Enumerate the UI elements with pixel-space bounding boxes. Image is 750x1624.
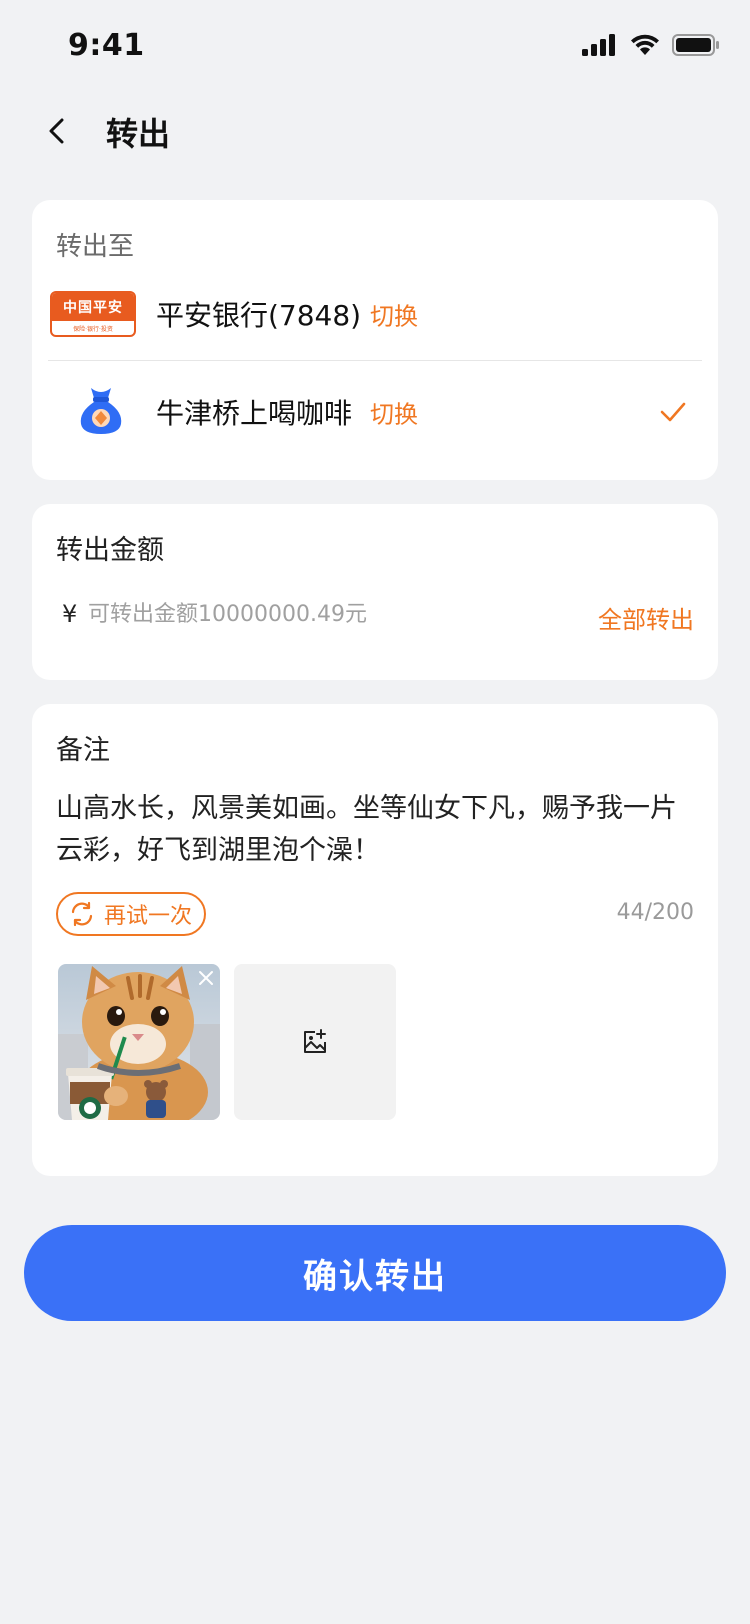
bank-account-name: 平安银行(7848) xyxy=(156,299,362,332)
status-bar: 9:41 xyxy=(0,0,750,90)
wallet-account-name: 牛津桥上喝咖啡 xyxy=(156,397,353,430)
check-icon xyxy=(660,402,686,422)
attached-photo[interactable] xyxy=(58,964,220,1120)
status-icons xyxy=(582,34,720,56)
back-button[interactable] xyxy=(40,113,76,149)
bank-account-row[interactable]: 中国平安 保险·银行·投资 平安银行(7848) 切换 xyxy=(32,266,718,362)
confirm-transfer-button[interactable]: 确认转出 xyxy=(24,1225,726,1321)
char-count: 44/200 xyxy=(616,900,694,925)
money-bag-icon xyxy=(76,384,126,440)
nav-header: 转出 xyxy=(0,95,750,165)
page-title: 转出 xyxy=(106,115,171,153)
divider xyxy=(48,360,702,361)
destination-card: 转出至 中国平安 保险·银行·投资 平安银行(7848) 切换 牛津桥上喝咖啡 … xyxy=(32,200,718,480)
remove-photo-icon[interactable] xyxy=(196,968,216,988)
ping-an-bank-logo: 中国平安 保险·银行·投资 xyxy=(50,291,136,337)
amount-title: 转出金额 xyxy=(56,535,164,566)
status-time: 9:41 xyxy=(68,28,145,63)
bank-switch-link[interactable]: 切换 xyxy=(370,297,418,332)
signal-icon xyxy=(582,34,615,56)
amount-card: 转出金额 ¥ 全部转出 xyxy=(32,504,718,680)
refresh-icon xyxy=(71,901,93,927)
note-text[interactable]: 山高水长，风景美如画。坐等仙女下凡，赐予我一片云彩，好飞到湖里泡个澡！ xyxy=(56,788,686,872)
battery-icon xyxy=(672,34,719,56)
amount-input[interactable] xyxy=(88,596,558,632)
transfer-all-link[interactable]: 全部转出 xyxy=(598,600,694,635)
note-card: 备注 山高水长，风景美如画。坐等仙女下凡，赐予我一片云彩，好飞到湖里泡个澡！ 再… xyxy=(32,704,718,1176)
add-image-icon xyxy=(304,1029,326,1053)
currency-symbol: ¥ xyxy=(62,600,78,628)
wallet-account-row[interactable]: 牛津桥上喝咖啡 切换 xyxy=(32,364,718,460)
retry-label: 再试一次 xyxy=(104,904,193,929)
wallet-switch-link[interactable]: 切换 xyxy=(370,395,418,430)
destination-label: 转出至 xyxy=(56,232,135,262)
note-title: 备注 xyxy=(56,735,110,766)
retry-button[interactable]: 再试一次 xyxy=(56,892,207,936)
add-photo-button[interactable] xyxy=(234,964,396,1120)
wifi-icon xyxy=(631,34,659,55)
chevron-left-icon xyxy=(49,118,64,144)
